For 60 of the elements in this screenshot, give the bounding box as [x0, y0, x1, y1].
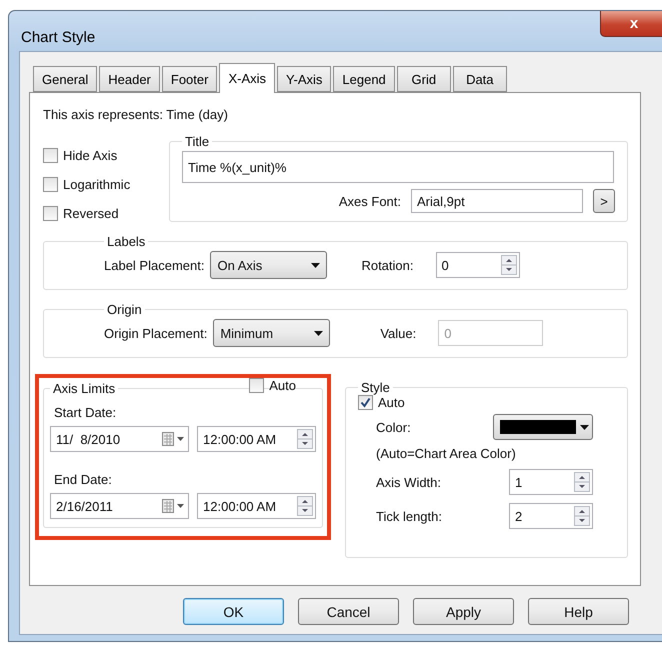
- placement-dropdown[interactable]: On Axis: [210, 251, 328, 279]
- tab[interactable]: Data: [452, 66, 507, 92]
- close-button[interactable]: x: [600, 11, 662, 37]
- group-title: Origin: [106, 302, 143, 317]
- tab[interactable]: Header: [99, 66, 160, 92]
- dialog-button[interactable]: Help: [528, 598, 629, 625]
- field-label: Axis Width:: [376, 474, 442, 490]
- tab[interactable]: Grid: [396, 66, 451, 92]
- dialog-button[interactable]: Cancel: [298, 598, 399, 625]
- tab[interactable]: X-Axis: [219, 63, 276, 93]
- spin-field[interactable]: 12:00:00 AM: [197, 426, 316, 452]
- axis-description: This axis represents: Time (day): [43, 107, 229, 122]
- group-title: Axis Limits: [52, 381, 116, 396]
- checkbox[interactable]: Hide Axis: [43, 148, 155, 163]
- group-title: Style: [360, 380, 391, 395]
- spin-field[interactable]: 1: [509, 469, 593, 495]
- color-dropdown[interactable]: [493, 414, 593, 440]
- spin-arrows-icon[interactable]: [500, 255, 516, 275]
- calendar-dropdown-icon[interactable]: [162, 432, 186, 446]
- dialog-button[interactable]: Apply: [413, 598, 514, 625]
- dialog-button[interactable]: OK: [183, 598, 284, 625]
- checkbox[interactable]: Logarithmic: [43, 177, 155, 192]
- calendar-dropdown-icon[interactable]: [162, 499, 186, 513]
- date-field[interactable]: 11/ 8/2010: [50, 426, 190, 452]
- tab[interactable]: Legend: [333, 66, 395, 92]
- tab[interactable]: Footer: [162, 66, 218, 92]
- field-label: Origin Placement:: [104, 326, 208, 340]
- date-field[interactable]: 2/16/2011: [50, 493, 190, 519]
- title-field[interactable]: Time %(x_unit)%: [182, 151, 614, 183]
- field-label: Label Placement:: [104, 258, 204, 272]
- spin-arrows-icon[interactable]: [574, 506, 590, 526]
- origin-dropdown[interactable]: Minimum: [213, 319, 330, 347]
- caret-icon: [311, 262, 320, 268]
- caret-icon: [314, 330, 324, 336]
- group-title: Labels: [106, 234, 146, 249]
- field-label: Rotation:: [361, 258, 414, 272]
- spin-arrows-icon[interactable]: [297, 429, 313, 449]
- spin-arrows-icon[interactable]: [574, 472, 590, 492]
- color-note: (Auto=Chart Area Color): [376, 446, 517, 461]
- tab[interactable]: General: [33, 66, 98, 92]
- font-field[interactable]: Arial,9pt: [411, 189, 583, 213]
- spin-field[interactable]: 0: [436, 252, 520, 278]
- checkbox[interactable]: Auto: [358, 395, 615, 410]
- field-label: Tick length:: [376, 508, 442, 524]
- field-label: End Date:: [54, 472, 112, 487]
- spin-field[interactable]: 12:00:00 AM: [197, 493, 316, 519]
- checkbox[interactable]: Reversed: [43, 206, 155, 221]
- tab[interactable]: Y-Axis: [277, 66, 332, 92]
- checkbox[interactable]: Auto: [249, 378, 296, 393]
- field-label: Start Date:: [54, 405, 116, 420]
- field-label: Value:: [380, 326, 416, 340]
- check-icon: [360, 397, 371, 408]
- spin-arrows-icon[interactable]: [297, 496, 313, 516]
- caret-icon: [580, 424, 589, 430]
- group-title: Title: [184, 134, 210, 149]
- window-title: Chart Style: [21, 29, 96, 46]
- font-button[interactable]: >: [593, 189, 615, 213]
- field-label: Axes Font:: [338, 194, 401, 208]
- spin-field[interactable]: 2: [509, 503, 593, 529]
- field-label: Color:: [376, 420, 411, 434]
